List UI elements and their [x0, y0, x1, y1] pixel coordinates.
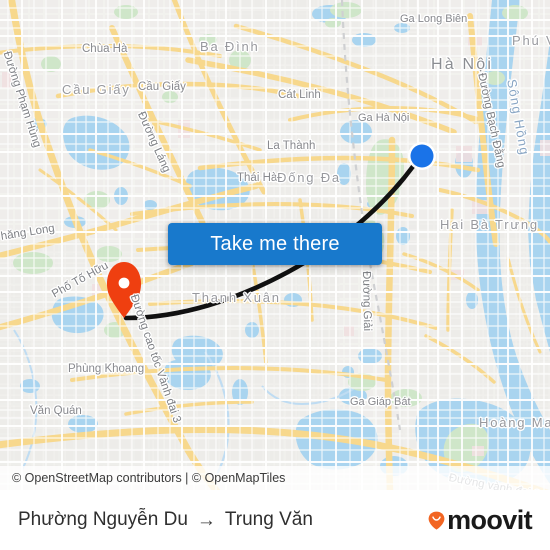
moovit-trip-map-screen: Chùa Hà Cầu Giấy Cầu Giấy Ba Đình Cát Linh La… [0, 0, 550, 550]
attribution-text[interactable]: © OpenStreetMap contributors | © OpenMap… [0, 471, 285, 485]
origin-name: Phường Nguyễn Du [18, 509, 188, 530]
destination-name: Trung Văn [224, 509, 313, 530]
moovit-logo[interactable]: moovit [428, 504, 533, 535]
route-summary: Phường Nguyễn Du → Trung Văn [18, 509, 313, 531]
origin-dot-marker[interactable] [408, 142, 436, 170]
map-attribution-bar: © OpenStreetMap contributors | © OpenMap… [0, 466, 550, 490]
arrow-right-icon: → [196, 509, 216, 531]
footer-bar: Phường Nguyễn Du → Trung Văn moovit [0, 490, 550, 550]
take-me-there-button[interactable]: Take me there [168, 223, 382, 265]
moovit-pin-icon [428, 511, 445, 530]
moovit-wordmark: moovit [447, 504, 533, 535]
